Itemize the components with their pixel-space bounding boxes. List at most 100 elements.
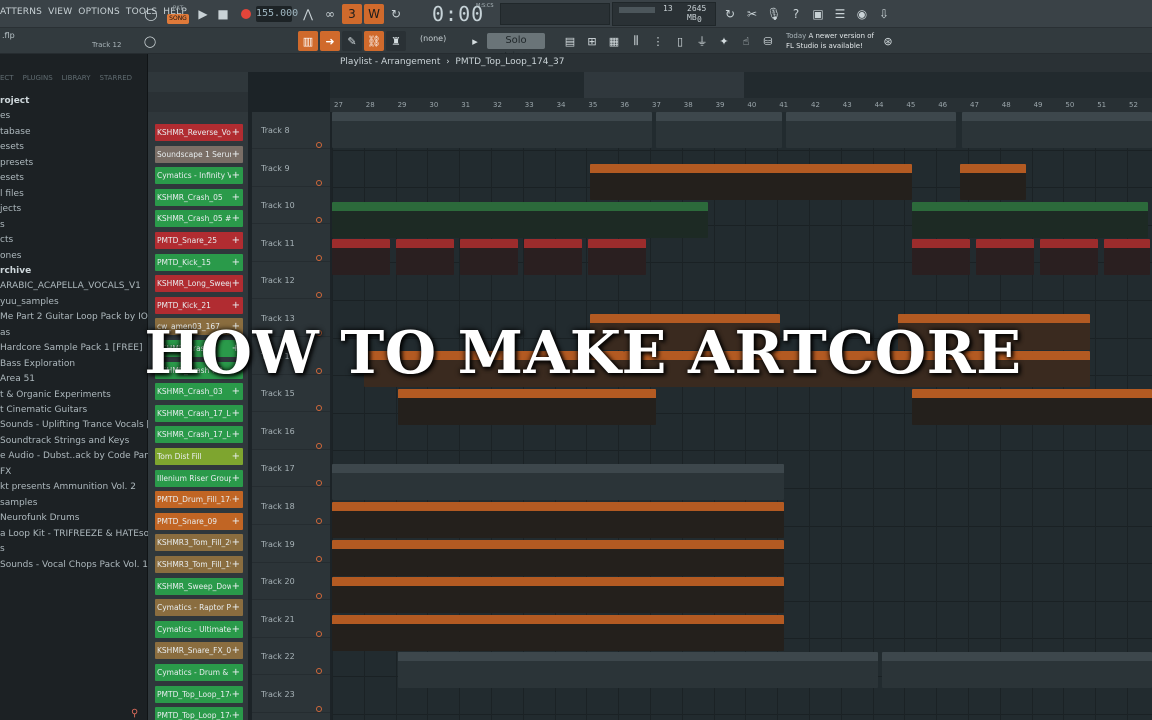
pat-song-toggle[interactable]: PAT SONG xyxy=(167,4,189,24)
track-mute-icon[interactable] xyxy=(316,179,322,186)
record-button[interactable] xyxy=(236,4,256,24)
channel-add-icon[interactable]: + xyxy=(232,686,240,703)
track-mute-icon[interactable] xyxy=(316,555,322,562)
shop-icon[interactable]: ⛁ xyxy=(758,31,778,51)
master-volume-knob-icon[interactable]: ◯ xyxy=(141,4,161,24)
track-mute-icon[interactable] xyxy=(316,593,322,600)
playlist-clip[interactable]: Solo violin 1 - Dynamics xyxy=(332,502,784,538)
track-mute-icon[interactable] xyxy=(316,668,322,675)
track-header[interactable]: Track 10 xyxy=(252,187,330,225)
playlist-clip[interactable]: Solo violin 2 - Dynamics xyxy=(332,540,784,576)
browser-item[interactable]: t Cinematic Guitars xyxy=(0,403,87,418)
browser-item[interactable]: Sounds - Vocal Chops Pack Vol. 1 xyxy=(0,558,148,573)
playlist-clip[interactable]: Pads xyxy=(962,112,1152,148)
pitch-knob-icon[interactable]: ◯ xyxy=(140,31,160,51)
news-panel[interactable]: Today A newer version of FL Studio is av… xyxy=(786,31,880,51)
channel-button[interactable]: Cymatics - Infinity V... + xyxy=(155,167,243,185)
preset-selector[interactable]: Solo strings xyxy=(487,33,545,62)
audio-clip[interactable] xyxy=(524,239,582,275)
track-mute-icon[interactable] xyxy=(316,706,322,712)
wait-input-icon[interactable]: ∞ xyxy=(320,4,340,24)
menu-view[interactable]: VIEW xyxy=(48,7,72,17)
channel-add-icon[interactable]: + xyxy=(232,232,240,249)
browser-item[interactable]: ARABIC_ACAPELLA_VOCALS_V1 xyxy=(0,279,141,294)
browser-icon[interactable]: ▯ xyxy=(670,31,690,51)
loop-record-icon[interactable]: ↻ xyxy=(386,4,406,24)
track-mute-icon[interactable] xyxy=(316,405,322,412)
track-header[interactable]: Track 17 xyxy=(252,450,330,488)
audio-clip[interactable] xyxy=(396,239,454,275)
channel-button[interactable]: Cymatics - Drum & B...+ xyxy=(155,664,243,681)
cut-icon[interactable]: ✂ xyxy=(742,4,762,24)
tab-starred[interactable]: STARRED xyxy=(100,74,133,88)
playlist-clip[interactable]: Pads xyxy=(656,112,782,148)
track-mute-icon[interactable] xyxy=(316,442,322,449)
piano-icon[interactable]: ▦ xyxy=(604,31,624,51)
stop-icon[interactable]: ■ xyxy=(213,4,233,24)
channel-button[interactable]: PMTD_Top_Loop_174...+ xyxy=(155,685,243,703)
plugin-icon[interactable]: ⏚ xyxy=(692,31,712,51)
browser-item[interactable]: l files xyxy=(0,187,24,202)
browser-item[interactable]: es xyxy=(0,109,10,124)
channel-add-icon[interactable]: + xyxy=(232,664,240,681)
track-header[interactable]: Track 20 xyxy=(252,563,330,601)
audio-clip[interactable] xyxy=(460,239,518,275)
menu-patterns[interactable]: ATTERNS xyxy=(0,7,42,17)
metronome-icon[interactable]: ⋀ xyxy=(298,4,318,24)
track-header[interactable]: Track 12 xyxy=(252,262,330,300)
mixer-panel-icon[interactable]: ⫼ xyxy=(626,31,646,51)
draw-tool-icon[interactable]: ✎ xyxy=(342,31,362,51)
track-mute-icon[interactable] xyxy=(316,142,322,148)
search-icon[interactable]: ⚲ xyxy=(131,708,143,720)
track-header[interactable]: Track 18 xyxy=(252,488,330,525)
channel-button[interactable]: KSHMR_Crash_17_Lo...+ xyxy=(155,426,243,444)
piano-roll-icon[interactable]: ▥ xyxy=(298,31,318,51)
track-header[interactable]: Track 11 xyxy=(252,225,330,262)
channel-add-icon[interactable]: + xyxy=(232,556,240,573)
channel-add-icon[interactable]: + xyxy=(232,621,240,638)
browser-item[interactable]: FX xyxy=(0,465,11,480)
tempo-display[interactable]: 155.000 xyxy=(256,6,298,22)
channel-button[interactable]: PMTD_Kick_21 + xyxy=(155,296,243,314)
channel-button[interactable]: PMTD_Snare_09 + xyxy=(155,512,243,530)
channel-button[interactable]: KSHMR_Snare_FX_02...+ xyxy=(155,642,243,660)
channel-add-icon[interactable]: + xyxy=(232,599,240,616)
preset-prev-icon[interactable]: ▸ xyxy=(465,31,485,51)
channel-button[interactable]: PMTD_Drum_Fill_174...+ xyxy=(155,491,243,509)
browser-item[interactable]: esets xyxy=(0,140,24,155)
playlist-clip[interactable]: Solo cello 2 - Dynamics xyxy=(332,615,784,651)
audio-clip[interactable] xyxy=(332,239,390,275)
online-icon[interactable]: ⊛ xyxy=(878,31,898,51)
playlist-clip[interactable]: Autoharp xyxy=(398,652,878,688)
playlist-clip[interactable]: Solo cello 1 - Dynamics xyxy=(332,577,784,613)
browser-item[interactable]: s xyxy=(0,218,5,233)
channel-button[interactable]: Cymatics - Raptor Pe...+ xyxy=(155,599,243,617)
playlist-clip[interactable]: Pads xyxy=(786,112,956,148)
countdown-icon[interactable]: 3 xyxy=(342,4,362,24)
channel-add-icon[interactable]: + xyxy=(232,642,240,659)
channel-add-icon[interactable]: + xyxy=(232,254,240,271)
snap-selector[interactable]: (none) xyxy=(420,34,464,48)
channel-add-icon[interactable]: + xyxy=(232,578,240,595)
channel-add-icon[interactable]: + xyxy=(232,513,240,530)
track-header[interactable]: Track 9 xyxy=(252,150,330,187)
save-icon[interactable]: ▣ xyxy=(808,4,828,24)
channel-button[interactable]: Cymatics - Ultimate... + xyxy=(155,620,243,638)
track-mute-icon[interactable] xyxy=(316,217,322,224)
channel-add-icon[interactable]: + xyxy=(232,470,240,487)
browser-item[interactable]: esets xyxy=(0,171,24,186)
browser-item[interactable]: Soundtrack Strings and Keys xyxy=(0,434,129,449)
browser-item[interactable]: rchive xyxy=(0,264,31,279)
browser-item[interactable]: a Loop Kit - TRIFREEZE & HATEsound xyxy=(0,527,166,542)
playlist-clip[interactable]: Autoharp xyxy=(882,652,1152,688)
audio-clip[interactable] xyxy=(492,202,568,238)
channel-add-icon[interactable]: + xyxy=(232,167,240,184)
channel-add-icon[interactable]: + xyxy=(232,297,240,314)
audio-clip[interactable] xyxy=(632,202,708,238)
playlist-clip[interactable]: Solo strings xyxy=(332,464,784,500)
channel-button[interactable]: Tom Dist Fill + xyxy=(155,448,243,465)
playlist-clip[interactable]: Balanc... - Volume xyxy=(960,164,1026,200)
channel-add-icon[interactable]: + xyxy=(232,275,240,292)
track-header[interactable]: Track 19 xyxy=(252,526,330,563)
channel-add-icon[interactable]: + xyxy=(232,210,240,227)
